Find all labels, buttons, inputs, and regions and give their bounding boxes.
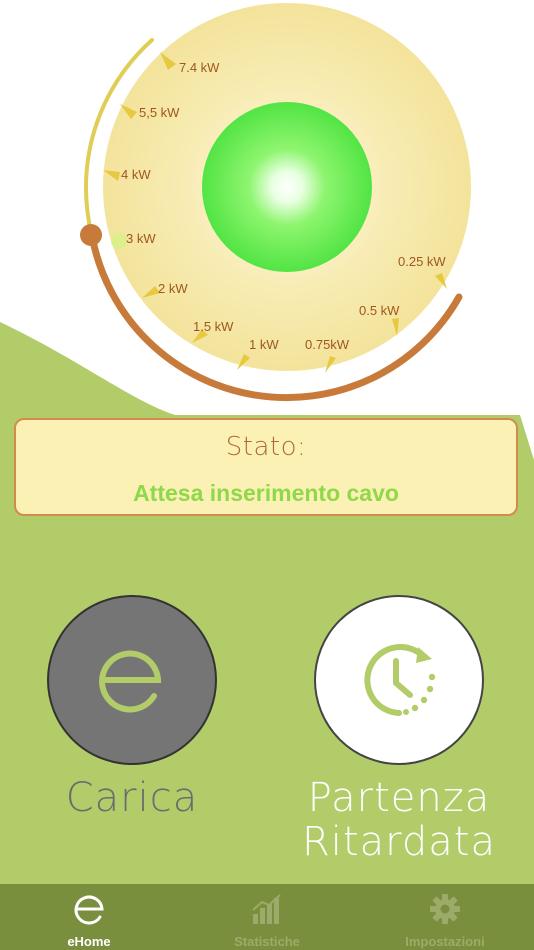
tab-label: eHome <box>67 934 111 949</box>
e-logo-icon <box>74 895 104 925</box>
delayed-start-label-line2: Ritardata <box>302 819 496 865</box>
gauge-selected-marker <box>111 233 127 249</box>
gauge-label: 1.5 kW <box>193 319 234 334</box>
tab-ehome[interactable]: eHome <box>0 884 178 950</box>
delayed-start-button[interactable] <box>314 595 484 765</box>
e-logo-icon <box>99 650 162 713</box>
status-orb <box>202 102 372 272</box>
delayed-start-button-label[interactable]: Partenza Ritardata <box>280 776 518 864</box>
tab-impostazioni[interactable]: Impostazioni <box>356 884 534 950</box>
gauge-label: 7.4 kW <box>179 60 220 75</box>
charge-button[interactable] <box>47 595 217 765</box>
chart-icon <box>252 894 281 924</box>
gauge-label: 5,5 kW <box>139 105 180 120</box>
status-label: Stato: <box>225 432 307 462</box>
gauge-label: 1 kW <box>249 337 279 352</box>
gear-icon <box>430 894 460 924</box>
tab-label: Statistiche <box>234 934 300 949</box>
gauge-label: 0.75kW <box>305 337 350 352</box>
tab-bar: eHome Statistiche Impostazioni <box>0 884 534 950</box>
gauge-label: 0.5 kW <box>359 303 400 318</box>
tab-statistiche[interactable]: Statistiche <box>178 884 356 950</box>
clock-delay-icon <box>364 644 436 716</box>
gauge-handle[interactable] <box>80 224 102 246</box>
delayed-start-label-line1: Partenza <box>307 775 491 821</box>
status-value: Attesa inserimento cavo <box>133 480 399 506</box>
gauge-label: 0.25 kW <box>398 254 446 269</box>
status-panel: Stato: Attesa inserimento cavo <box>14 418 518 516</box>
gauge-label-selected: 3 kW <box>126 231 156 246</box>
gauge-label: 2 kW <box>158 281 188 296</box>
charge-button-label[interactable]: Carica <box>30 776 234 820</box>
tab-label: Impostazioni <box>405 934 485 949</box>
gauge-label: 4 kW <box>121 167 151 182</box>
power-gauge[interactable]: 7.4 kW 5,5 kW 4 kW 3 kW 2 kW 1.5 kW 1 kW… <box>0 0 534 420</box>
